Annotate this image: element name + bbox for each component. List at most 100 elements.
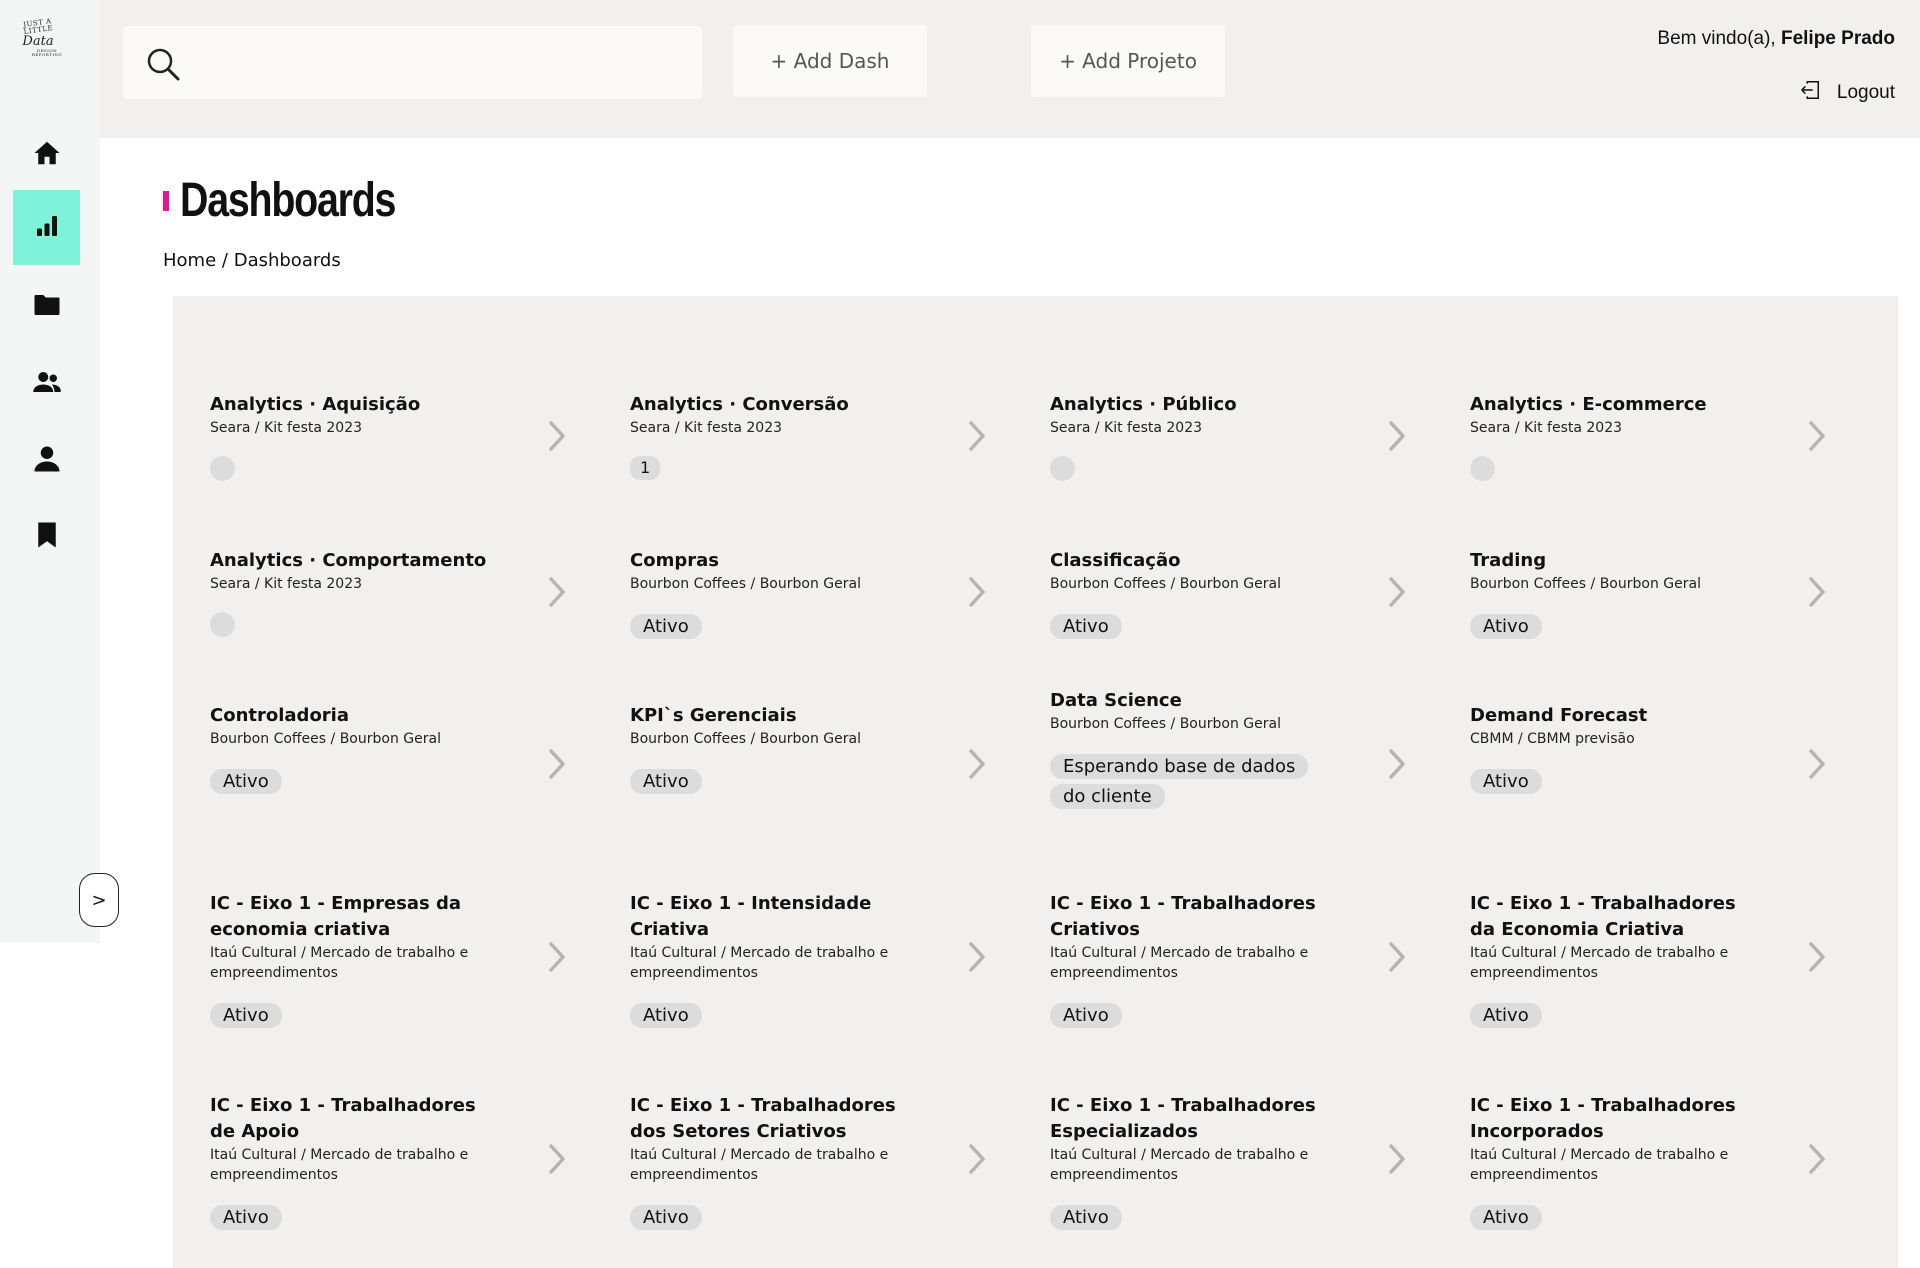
chevron-right-icon[interactable] [1386, 576, 1408, 608]
chart-icon [32, 211, 62, 245]
dashboard-title: IC - Eixo 1 - Intensidade Criativa [630, 893, 872, 940]
dashboard-subtitle: Itaú Cultural / Mercado de trabalho e em… [1050, 1147, 1309, 1183]
sidebar-item-dashboards[interactable] [13, 190, 80, 265]
chevron-right-icon[interactable] [1386, 941, 1408, 973]
sidebar-item-clients[interactable] [13, 346, 80, 421]
dashboard-title: Analytics · Público [1050, 394, 1237, 415]
chevron-right-icon[interactable] [546, 576, 568, 608]
status-badge: Ativo [210, 1003, 282, 1028]
dashboard-title: IC - Eixo 1 - Trabalhadores dos Setores … [630, 1095, 896, 1142]
status-badge: Ativo [1470, 1205, 1542, 1230]
sidebar-item-home[interactable] [13, 117, 80, 192]
user-icon [32, 444, 62, 478]
dashboard-subtitle: Seara / Kit festa 2023 [210, 420, 363, 436]
status-badge-wrap: Ativo [630, 1203, 900, 1233]
status-badge: Ativo [630, 614, 702, 639]
status-badge: Ativo [210, 769, 282, 794]
home-icon [32, 138, 62, 172]
chevron-right-icon[interactable] [546, 941, 568, 973]
chevron-right-icon[interactable] [1806, 420, 1828, 452]
chevron-right-icon[interactable] [1386, 420, 1408, 452]
logout-label: Logout [1836, 82, 1895, 103]
dashboard-title: Controladoria [210, 705, 349, 726]
dashboard-subtitle: CBMM / CBMM previsão [1470, 731, 1635, 747]
status-badge-wrap: Ativo [1470, 767, 1740, 797]
dashboard-title: IC - Eixo 1 - Trabalhadores Incorporados [1470, 1095, 1736, 1142]
sidebar-item-users[interactable] [13, 423, 80, 498]
sidebar-item-projects[interactable] [13, 269, 80, 344]
status-badge-wrap: Ativo [210, 767, 480, 797]
status-badge-wrap [1470, 456, 1740, 481]
chevron-right-icon[interactable] [1806, 748, 1828, 780]
status-badge-wrap: Ativo [1050, 1203, 1320, 1233]
search-box[interactable] [123, 26, 702, 99]
sidebar-toggle-button[interactable]: > [79, 873, 119, 927]
status-badge: Ativo [630, 1003, 702, 1028]
status-badge: Ativo [1050, 1205, 1122, 1230]
search-input[interactable] [195, 40, 689, 86]
status-badge: Ativo [210, 1205, 282, 1230]
dashboard-subtitle: Bourbon Coffees / Bourbon Geral [1050, 576, 1281, 592]
chevron-right-icon[interactable] [1806, 1143, 1828, 1175]
topbar: + Add Dash + Add Projeto Bem vindo(a), F… [100, 0, 1920, 138]
dashboard-title: KPI`s Gerenciais [630, 705, 797, 726]
status-badge: 1 [630, 456, 661, 480]
add-project-button[interactable]: + Add Projeto [1031, 25, 1225, 97]
chevron-right-icon[interactable] [966, 941, 988, 973]
chevron-right-icon[interactable] [546, 748, 568, 780]
logo[interactable]: JUST A LITTLE Data DESIGN REPORTING [10, 17, 66, 56]
dashboard-subtitle: Bourbon Coffees / Bourbon Geral [210, 731, 441, 747]
bookmark-icon [32, 520, 62, 554]
status-badge-wrap: Esperando base de dados do cliente [1050, 752, 1320, 812]
status-badge-wrap: Ativo [1050, 612, 1320, 642]
breadcrumb-separator: / [221, 250, 228, 271]
dashboard-subtitle: Itaú Cultural / Mercado de trabalho e em… [630, 945, 889, 981]
status-badge-wrap: Ativo [630, 1001, 900, 1031]
logout-button[interactable]: Logout [1799, 79, 1895, 107]
chevron-right-icon[interactable] [546, 420, 568, 452]
status-badge-wrap: Ativo [1470, 612, 1740, 642]
chevron-right-icon[interactable] [1386, 1143, 1408, 1175]
dashboard-title: Compras [630, 550, 719, 571]
status-badge-wrap: Ativo [210, 1001, 480, 1031]
status-badge: Ativo [630, 1205, 702, 1230]
dashboard-subtitle: Bourbon Coffees / Bourbon Geral [1050, 716, 1281, 732]
dashboard-subtitle: Seara / Kit festa 2023 [1470, 420, 1623, 436]
chevron-right-icon[interactable] [546, 1143, 568, 1175]
chevron-right-icon[interactable] [1386, 748, 1408, 780]
dashboard-title: IC - Eixo 1 - Trabalhadores Criativos [1050, 893, 1316, 940]
dashboards-panel: Analytics · Aquisição Seara / Kit festa 2… [173, 296, 1898, 1268]
chevron-right-icon[interactable] [1806, 576, 1828, 608]
dashboard-title: IC - Eixo 1 - Trabalhadores Especializad… [1050, 1095, 1316, 1142]
status-badge [210, 612, 235, 637]
status-badge-wrap: Ativo [210, 1203, 480, 1233]
status-badge-wrap [1050, 456, 1320, 481]
chevron-right-icon[interactable] [1806, 941, 1828, 973]
status-badge [1470, 456, 1495, 481]
status-badge: Ativo [1050, 614, 1122, 639]
dashboard-title: IC - Eixo 1 - Trabalhadores da Economia … [1470, 893, 1736, 940]
sidebar: JUST A LITTLE Data DESIGN REPORTING [0, 0, 100, 943]
chevron-right-icon[interactable] [966, 748, 988, 780]
dashboard-subtitle: Itaú Cultural / Mercado de trabalho e em… [1470, 945, 1729, 981]
dashboard-subtitle: Bourbon Coffees / Bourbon Geral [630, 576, 861, 592]
status-badge [1050, 456, 1075, 481]
dashboard-title: Analytics · Aquisição [210, 394, 421, 415]
status-badge-wrap [210, 612, 480, 637]
status-badge: Ativo [1470, 769, 1542, 794]
chevron-right-icon[interactable] [966, 1143, 988, 1175]
status-badge: Ativo [630, 769, 702, 794]
status-badge: Ativo [1470, 614, 1542, 639]
dashboard-subtitle: Bourbon Coffees / Bourbon Geral [630, 731, 861, 747]
status-badge [210, 456, 235, 481]
chevron-right-icon[interactable] [966, 576, 988, 608]
sidebar-item-bookmarks[interactable] [13, 499, 80, 574]
dashboard-title: IC - Eixo 1 - Trabalhadores de Apoio [210, 1095, 476, 1142]
dashboard-title: Classificação [1050, 550, 1181, 571]
add-dash-button[interactable]: + Add Dash [733, 25, 927, 97]
chevron-right-icon[interactable] [966, 420, 988, 452]
breadcrumb-home[interactable]: Home [163, 250, 216, 271]
dashboard-title: Demand Forecast [1470, 705, 1648, 726]
status-badge-wrap: Ativo [1470, 1203, 1740, 1233]
breadcrumb-current: Dashboards [233, 250, 341, 271]
